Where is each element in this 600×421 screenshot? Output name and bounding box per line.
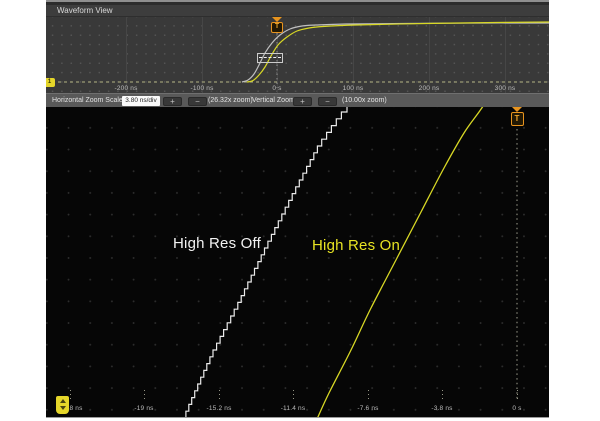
overview-trigger-badge[interactable]: T xyxy=(270,17,284,33)
high-res-off-label: High Res Off xyxy=(173,235,261,252)
axis-tick-dot xyxy=(368,390,369,391)
zoom-scale-bar: Horizontal Zoom Scale 3.80 ns/div + − (2… xyxy=(46,93,549,107)
horizontal-zoom-in-button[interactable]: + xyxy=(163,97,182,106)
vertical-zoom-readout: (10.00x zoom) xyxy=(342,94,387,108)
axis-tick-label: -19 ns xyxy=(124,405,164,412)
overview-trace-high-res-off xyxy=(242,23,549,82)
axis-tick-dot xyxy=(70,398,71,399)
main-trigger-badge[interactable]: T xyxy=(510,107,524,126)
axis-tick-dot xyxy=(70,394,71,395)
axis-tick-dot xyxy=(517,390,518,391)
axis-tick-label: -200 ns xyxy=(106,85,146,92)
window-title: Waveform View xyxy=(57,6,113,15)
vertical-zoom-label: Vertical Zoom xyxy=(252,94,295,108)
zoomed-waveform-area[interactable]: -22.8 ns-19 ns-15.2 ns-11.4 ns-7.6 ns-3.… xyxy=(46,107,549,417)
main-channel-badge[interactable] xyxy=(56,396,69,414)
axis-tick-dot xyxy=(442,390,443,391)
axis-tick-dot xyxy=(368,394,369,395)
badge-up-arrow-icon xyxy=(60,399,66,403)
axis-tick-label: -15.2 ns xyxy=(199,405,239,412)
axis-tick-dot xyxy=(442,398,443,399)
overview-channel-badge[interactable]: 1 xyxy=(46,78,55,87)
axis-tick-dot xyxy=(144,394,145,395)
horizontal-zoom-out-button[interactable]: − xyxy=(188,97,207,106)
axis-tick-label: 200 ns xyxy=(409,85,449,92)
high-res-on-label: High Res On xyxy=(312,237,400,254)
horizontal-scale-input[interactable]: 3.80 ns/div xyxy=(122,96,160,106)
axis-tick-dot xyxy=(219,390,220,391)
axis-tick-dot xyxy=(144,390,145,391)
axis-tick-dot xyxy=(219,398,220,399)
axis-tick-dot xyxy=(293,394,294,395)
axis-tick-dot xyxy=(368,398,369,399)
axis-tick-label: 100 ns xyxy=(333,85,373,92)
axis-tick-label: 0 s xyxy=(497,405,537,412)
vertical-zoom-out-button[interactable]: − xyxy=(318,97,337,106)
axis-tick-dot xyxy=(293,390,294,391)
axis-tick-label: -100 ns xyxy=(182,85,222,92)
trigger-t-icon: T xyxy=(271,22,283,33)
axis-tick-label: 0 s xyxy=(257,85,297,92)
axis-tick-label: -3.8 ns xyxy=(422,405,462,412)
axis-tick-dot xyxy=(144,398,145,399)
zoom-selection-center-line xyxy=(259,57,281,58)
waveform-view-window: Waveform View -200 ns -100 ns 0 s 100 ns 200… xyxy=(46,0,549,418)
axis-tick-dot xyxy=(70,390,71,391)
axis-tick-dot xyxy=(442,394,443,395)
horizontal-zoom-readout: (26.32x zoom) xyxy=(208,94,253,108)
axis-tick-dot xyxy=(517,398,518,399)
axis-tick-dot xyxy=(293,398,294,399)
overview-trace-high-res-on xyxy=(247,22,549,82)
axis-tick-label: -7.6 ns xyxy=(348,405,388,412)
trigger-t-icon: T xyxy=(511,112,524,126)
window-titlebar[interactable]: Waveform View xyxy=(46,5,549,17)
axis-tick-dot xyxy=(517,394,518,395)
axis-tick-dot xyxy=(219,394,220,395)
page-background: { "window": { "title": "Waveform View" }… xyxy=(0,0,600,421)
overview-graticule[interactable]: -200 ns -100 ns 0 s 100 ns 200 ns 300 ns T 1 xyxy=(46,17,549,93)
zoom-selection-box[interactable] xyxy=(257,53,283,63)
axis-tick-label: 300 ns xyxy=(485,85,525,92)
overview-traces-svg xyxy=(46,17,549,93)
badge-down-arrow-icon xyxy=(60,406,66,410)
trace-high-res-on xyxy=(317,107,488,417)
trace-high-res-off xyxy=(183,107,347,417)
axis-tick-label: -11.4 ns xyxy=(273,405,313,412)
main-traces-svg xyxy=(46,107,549,417)
horizontal-zoom-scale-label: Horizontal Zoom Scale xyxy=(52,94,123,108)
vertical-zoom-in-button[interactable]: + xyxy=(293,97,312,106)
